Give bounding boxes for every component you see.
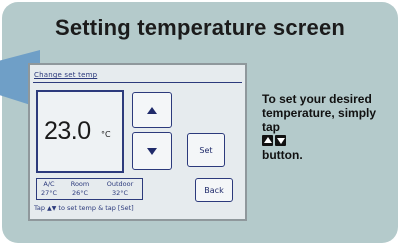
hint-arrows: ▲▼ xyxy=(47,205,57,212)
room-value: 26°C xyxy=(71,189,89,197)
arrow-down-icon xyxy=(147,147,157,155)
panel-title: Setting temperature screen xyxy=(54,15,346,40)
room-status: Room 26°C xyxy=(68,180,92,198)
instruction-line1: To set your desired temperature, simply … xyxy=(262,92,377,134)
temperature-unit: °C xyxy=(101,130,111,139)
outdoor-status: Outdoor 32°C xyxy=(100,180,140,198)
temp-down-button[interactable] xyxy=(132,132,172,170)
screen-header: Change set temp xyxy=(34,71,98,79)
screen-hint: Tap ▲▼ to set temp & tap [Set] xyxy=(34,204,134,212)
instruction-line2: button. xyxy=(262,148,303,162)
ac-value: 27°C xyxy=(40,189,58,197)
hint-prefix: Tap xyxy=(34,204,46,212)
outdoor-label: Outdoor xyxy=(106,180,134,188)
ac-status: A/C 27°C xyxy=(39,180,59,198)
arrow-up-icon xyxy=(147,106,157,114)
down-key-icon xyxy=(275,135,286,146)
hint-suffix: to set temp & tap [Set] xyxy=(58,204,134,212)
device-screen: Change set temp 23.0 °C Set A/C 27°C Roo… xyxy=(28,63,247,221)
temp-up-button[interactable] xyxy=(132,92,172,128)
header-divider xyxy=(33,82,242,83)
ac-label: A/C xyxy=(43,180,55,188)
up-key-icon xyxy=(262,135,273,146)
outdoor-value: 32°C xyxy=(111,189,129,197)
back-button[interactable]: Back xyxy=(195,178,233,202)
status-panel: A/C 27°C Room 26°C Outdoor 32°C xyxy=(36,178,143,200)
instruction-text: To set your desired temperature, simply … xyxy=(262,92,382,162)
temperature-value: 23.0 xyxy=(44,117,91,145)
temperature-display: 23.0 °C xyxy=(36,90,124,173)
room-label: Room xyxy=(70,180,90,188)
set-button[interactable]: Set xyxy=(187,133,225,167)
